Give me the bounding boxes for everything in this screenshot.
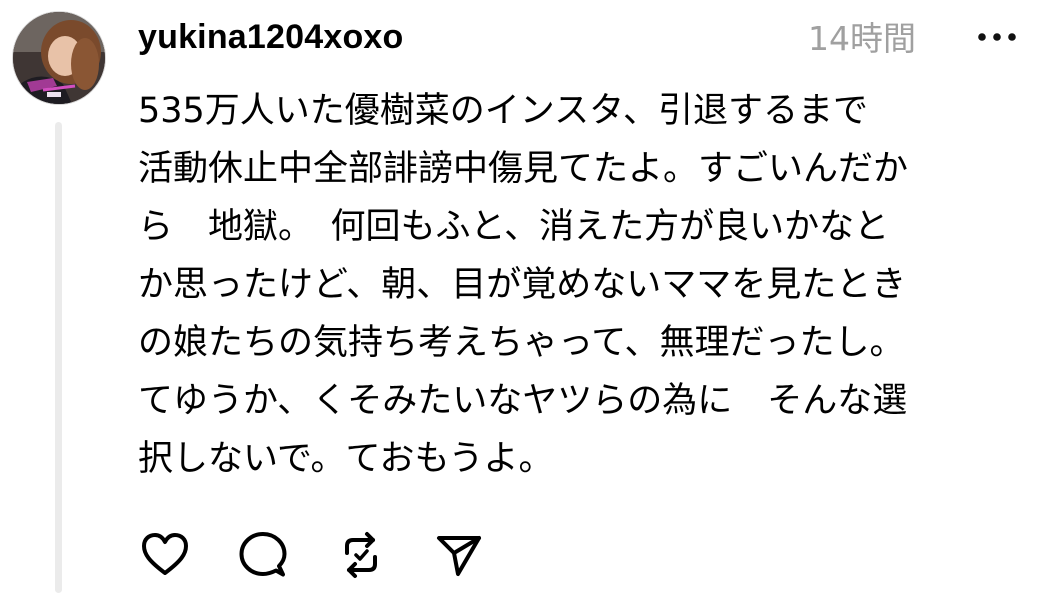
share-button[interactable] — [430, 526, 488, 584]
timestamp: 14時間 — [808, 19, 916, 58]
reply-button[interactable] — [234, 526, 292, 584]
repost-button[interactable] — [332, 526, 390, 584]
avatar[interactable] — [12, 11, 106, 105]
thread-post: yukina1204xoxo 14時間 535万人いた優樹菜のインスタ、引退する… — [0, 0, 1059, 593]
thread-line — [55, 122, 62, 593]
comment-bubble-icon — [239, 532, 287, 577]
more-icon[interactable] — [972, 22, 1022, 52]
action-bar — [136, 526, 528, 584]
post-body: 535万人いた優樹菜のインスタ、引退するまで 活動休止中全部誹謗中傷見てたよ。す… — [138, 91, 909, 479]
avatar-photo — [13, 12, 105, 104]
repost-icon — [345, 532, 377, 578]
heart-icon — [142, 533, 188, 575]
like-button[interactable] — [136, 526, 194, 584]
username[interactable]: yukina1204xoxo — [138, 14, 404, 60]
send-icon — [437, 536, 481, 576]
